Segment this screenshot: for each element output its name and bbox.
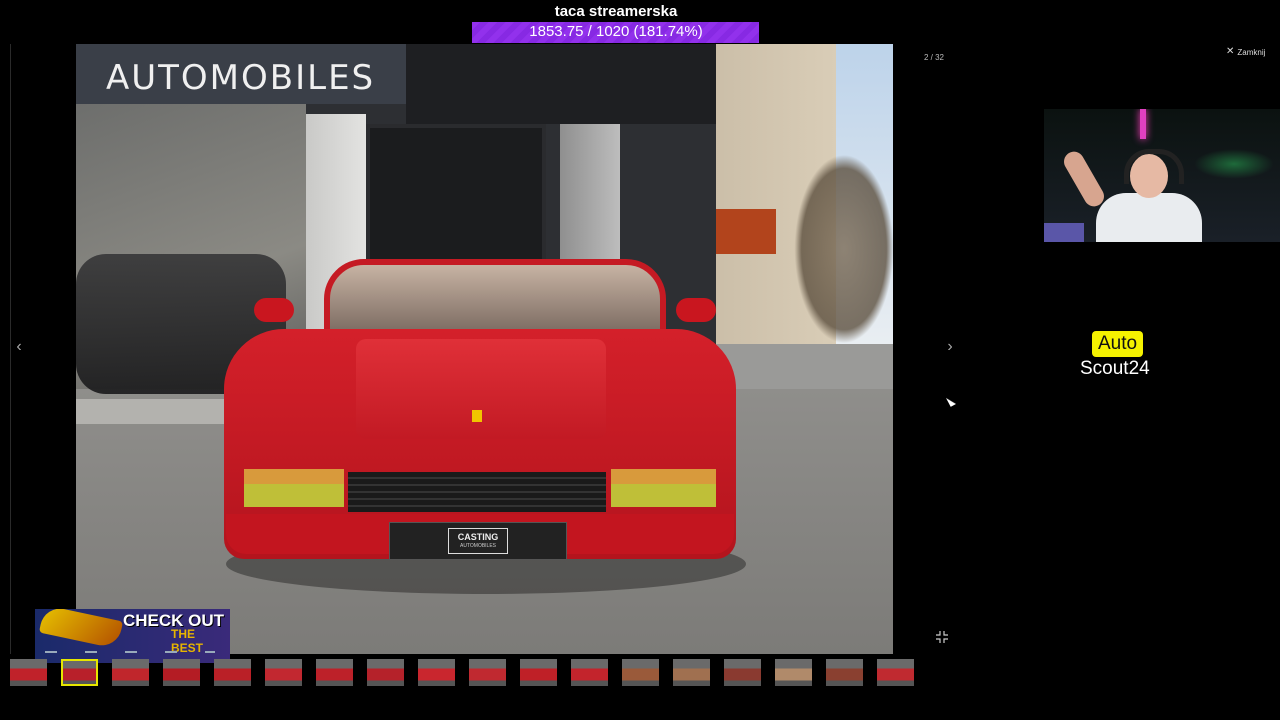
photo-car-mirror — [254, 298, 294, 322]
goal-title: taca streamerska — [554, 3, 678, 20]
gallery-main-photo[interactable]: AUTOMOBILES CASTING AUTOMOBILES — [76, 44, 893, 654]
mouse-cursor-icon — [946, 395, 956, 407]
thumbnail[interactable] — [418, 659, 455, 686]
thumbnail[interactable] — [520, 659, 557, 686]
photo-awning — [406, 44, 716, 124]
logo-top-text: Auto — [1092, 331, 1144, 357]
chevron-left-icon: ‹ — [16, 338, 22, 355]
ferrari-badge-icon — [472, 410, 482, 422]
autoscout24-logo: Auto Scout24 — [1080, 331, 1162, 381]
cam-arm — [1060, 148, 1108, 210]
close-button[interactable]: ✕ Zamknij — [1226, 46, 1265, 58]
next-image-button[interactable]: › — [940, 337, 960, 357]
close-label: Zamknij — [1237, 47, 1266, 57]
plate-sub-text: AUTOMOBILES — [459, 543, 497, 549]
thumbnail[interactable] — [112, 659, 149, 686]
plate-main-text: CASTING — [457, 532, 499, 542]
chevron-right-icon: › — [947, 338, 953, 355]
photo-car-hood — [356, 339, 606, 439]
thumbnail[interactable] — [571, 659, 608, 686]
goal-progress-text: 1853.75 / 1020 (181.74%) — [529, 23, 703, 40]
thumbnail[interactable] — [622, 659, 659, 686]
webcam-overlay — [1044, 109, 1280, 242]
cam-keyboard — [1044, 223, 1084, 242]
thumbnail[interactable] — [61, 659, 98, 686]
rocket-icon — [38, 609, 124, 650]
photo-sign: AUTOMOBILES — [76, 44, 406, 104]
cam-green-light — [1194, 149, 1274, 179]
thumbnail[interactable] — [826, 659, 863, 686]
promo-decoration — [45, 651, 215, 653]
photo-sign-text: AUTOMOBILES — [106, 58, 376, 98]
previous-image-button[interactable]: ‹ — [9, 337, 29, 357]
thumbnail-strip — [10, 659, 952, 686]
cam-person-shirt — [1096, 193, 1202, 242]
exit-fullscreen-button[interactable] — [934, 629, 950, 645]
thumbnail[interactable] — [469, 659, 506, 686]
thumbnail[interactable] — [775, 659, 812, 686]
photo-car-headlight — [611, 469, 716, 507]
thumbnail[interactable] — [10, 659, 47, 686]
photo-tree — [794, 154, 893, 344]
photo-car-mirror — [676, 298, 716, 322]
thumbnail[interactable] — [877, 659, 914, 686]
thumbnail[interactable] — [265, 659, 302, 686]
cam-neon-light — [1140, 109, 1146, 139]
close-icon: ✕ — [1226, 46, 1235, 57]
thumbnail[interactable] — [724, 659, 761, 686]
image-counter: 2 / 32 — [923, 53, 944, 62]
license-plate: CASTING AUTOMOBILES — [389, 522, 567, 560]
thumbnail[interactable] — [316, 659, 353, 686]
donation-goal-widget: taca streamerska 1853.75 / 1020 (181.74%… — [472, 0, 760, 44]
headset-icon — [1124, 149, 1184, 184]
thumbnail[interactable] — [367, 659, 404, 686]
minimize-icon — [936, 631, 948, 643]
promo-banner: CHECK OUT THE BEST — [35, 609, 230, 663]
photo-cafe-awning — [716, 209, 776, 254]
plate-logo: CASTING AUTOMOBILES — [448, 528, 508, 554]
thumbnail[interactable] — [163, 659, 200, 686]
logo-bottom-text: Scout24 — [1080, 358, 1150, 379]
photo-car-headlight — [244, 469, 344, 507]
photo-car-grille — [348, 472, 606, 512]
thumbnail[interactable] — [673, 659, 710, 686]
thumbnail[interactable] — [214, 659, 251, 686]
